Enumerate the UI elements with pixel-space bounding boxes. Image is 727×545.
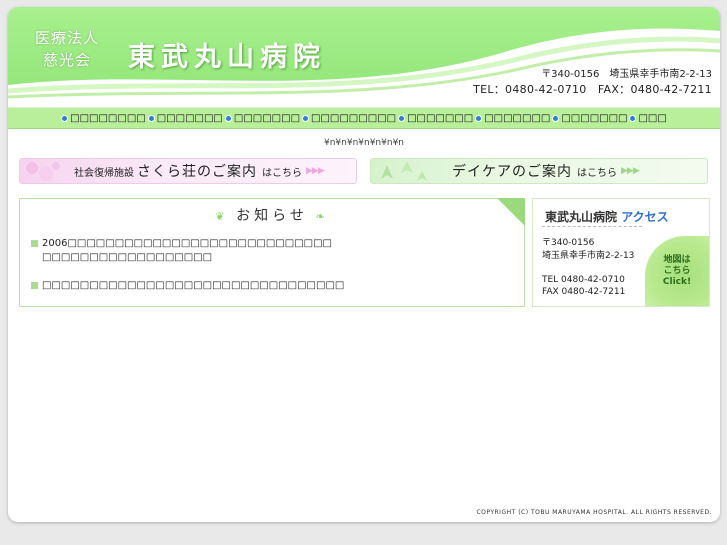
nav-label: □□□□□□□ [561, 112, 628, 124]
map-label-line3: Click! [662, 276, 692, 287]
nav-item-6[interactable]: □□□□□□□ [475, 113, 550, 124]
encoding-artifact-text: ¥n¥n¥n¥n¥n¥n¥n [323, 138, 404, 148]
access-street: 埼玉県幸手市南2-2-13 [542, 251, 635, 261]
news-item[interactable]: 2006□□□□□□□□□□□□□□□□□□□□□□□□□□□□ □□□□□□□… [31, 237, 332, 265]
corporation-name: 医療法人 慈光会 [35, 27, 99, 71]
corporation-line2: 慈光会 [43, 51, 92, 69]
sakura-banner-prefix: 社会復帰施設 [74, 167, 134, 179]
copyright: COPYRIGHT (C) TOBU MARUYAMA HOSPITAL. AL… [476, 509, 712, 516]
access-link[interactable]: アクセス [621, 210, 668, 224]
news-panel: ❦ お知らせ ❧ 2006□□□□□□□□□□□□□□□□□□□□□□□□□□□… [19, 198, 525, 307]
nav-bullet-icon [629, 114, 637, 122]
sakura-facility-banner[interactable]: 社会復帰施設 さくら荘のご案内 はこちら ▶▶▶ [19, 158, 357, 184]
main-nav: □□□□□□□□ □□□□□□□ □□□□□□□ □□□□□□□□□ □□□□□… [8, 107, 720, 129]
access-heading: 東武丸山病院 アクセス [545, 208, 669, 225]
nav-bullet-icon [224, 114, 232, 122]
daycare-banner-suffix: はこちら [577, 167, 617, 179]
news-heading-text: お知らせ [236, 208, 308, 224]
news-bullet-icon [31, 281, 38, 289]
news-item[interactable]: □□□□□□□□□□□□□□□□□□□□□□□□□□□□□□□□ [31, 279, 344, 293]
header-address: 〒340-0156 埼玉県幸手市南2-2-13 [541, 69, 712, 80]
nav-item-7[interactable]: □□□□□□□ [552, 113, 627, 124]
access-fax: FAX 0480-42-7211 [542, 287, 626, 297]
access-hospital-name: 東武丸山病院 [545, 210, 618, 224]
nav-bullet-icon [398, 114, 406, 122]
arrows-icon: ▶▶▶ [621, 166, 640, 176]
nav-label: □□□□□□□□ [70, 112, 146, 124]
cherry-blossom-icon [26, 162, 60, 181]
nav-item-4[interactable]: □□□□□□□□□ [302, 113, 396, 124]
hospital-logo-title[interactable]: 東武丸山病院 [128, 35, 326, 74]
nav-item-5[interactable]: □□□□□□□ [398, 113, 473, 124]
nav-label: □□□□□□□ [233, 112, 301, 124]
access-tel: TEL 0480-42-0710 [542, 275, 625, 285]
nav-label: □□□□□□□□□ [311, 112, 397, 124]
leaf-icon [381, 161, 427, 181]
nav-item-3[interactable]: □□□□□□□ [224, 112, 301, 124]
news-item-line2: □□□□□□□□□□□□□□□□□□ [42, 252, 213, 263]
nav-item-1[interactable]: □□□□□□□□ [61, 113, 146, 124]
nav-bullet-icon [552, 114, 560, 122]
leaf-left-icon: ❦ [215, 210, 237, 223]
news-bullet-icon [31, 239, 38, 247]
news-item-line1: □□□□□□□□□□□□□□□□□□□□□□□□□□□□□□□□ [42, 280, 345, 291]
nav-bullet-icon [475, 114, 483, 122]
access-postal: 〒340-0156 [542, 238, 595, 248]
map-link-button[interactable]: 地図は こちら Click! [645, 236, 709, 306]
sakura-banner-title: さくら荘のご案内 [137, 164, 257, 180]
map-label-line1: 地図は [663, 254, 691, 265]
header: 医療法人 慈光会 東武丸山病院 〒340-0156 埼玉県幸手市南2-2-13 … [8, 7, 720, 107]
nav-label: □□□□□□□ [407, 112, 474, 124]
daycare-banner-title: デイケアのご案内 [452, 164, 572, 180]
news-heading: ❦ お知らせ ❧ [20, 205, 524, 225]
nav-bullet-icon [147, 114, 155, 122]
corporation-line1: 医療法人 [35, 29, 100, 47]
nav-bullet-icon [302, 114, 310, 122]
nav-label: □□□□□□□ [484, 112, 551, 124]
access-panel: 東武丸山病院 アクセス 〒340-0156 埼玉県幸手市南2-2-13 TEL … [532, 198, 710, 307]
daycare-banner[interactable]: デイケアのご案内 はこちら ▶▶▶ [370, 158, 708, 184]
news-item-line1: 2006□□□□□□□□□□□□□□□□□□□□□□□□□□□□ [42, 238, 332, 249]
page: 医療法人 慈光会 東武丸山病院 〒340-0156 埼玉県幸手市南2-2-13 … [8, 7, 720, 522]
map-label-line2: こちら [663, 265, 691, 276]
nav-bullet-icon [61, 114, 69, 122]
nav-label: □□□ [638, 112, 667, 124]
arrows-icon: ▶▶▶ [306, 166, 325, 176]
nav-label: □□□□□□□ [156, 112, 223, 124]
nav-item-8[interactable]: □□□ [629, 112, 667, 124]
leaf-right-icon: ❧ [307, 210, 329, 223]
header-tel-fax: TEL：0480-42-0710 FAX：0480-42-7211 [473, 83, 712, 96]
sakura-banner-suffix: はこちら [262, 167, 302, 179]
nav-item-2[interactable]: □□□□□□□ [147, 112, 223, 124]
divider [542, 226, 642, 227]
